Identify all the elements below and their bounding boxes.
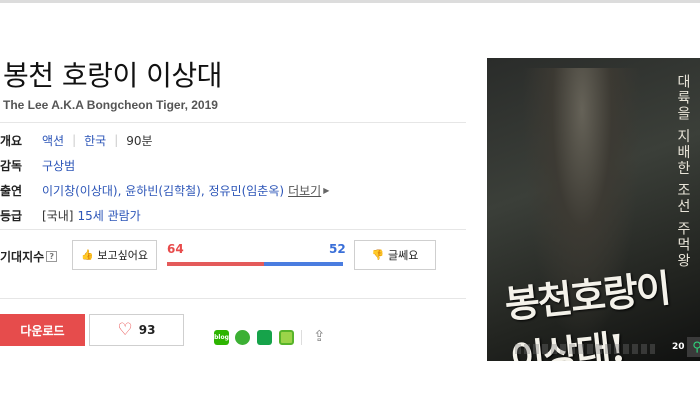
share-out-icon[interactable]: ⇪	[313, 327, 326, 345]
top-border	[0, 0, 700, 3]
band-share-icon[interactable]	[279, 330, 294, 345]
nowant-count: 52	[329, 242, 346, 256]
want-ratio-fill	[167, 262, 265, 266]
help-icon[interactable]: ?	[46, 251, 58, 262]
want-count: 64	[167, 242, 184, 256]
naver-blog-share-icon[interactable]: blog	[214, 330, 229, 345]
movie-title: 봉천 호랑이 이상대	[3, 59, 222, 92]
like-count: 93	[138, 323, 156, 337]
rating-link[interactable]: 15세 관람가	[77, 207, 140, 224]
separator: |	[72, 133, 77, 147]
cast-label: 출연	[0, 183, 23, 198]
info-overview: 개요 액션 | 한국 | 90분	[0, 130, 153, 150]
want-label: 보고싶어요	[97, 249, 149, 262]
heart-icon: ♡	[117, 320, 133, 340]
director-link[interactable]: 구상범	[42, 157, 75, 174]
expect-ratio-bar	[167, 262, 343, 266]
thumbs-up-icon: 👍	[80, 249, 94, 261]
overview-label: 개요	[0, 133, 23, 148]
poster-age-badge: 20	[672, 342, 685, 352]
separator: |	[114, 133, 119, 147]
nowant-label: 글쎄요	[388, 249, 419, 262]
cast-links[interactable]: 이기창(이상대), 윤하빈(김학철), 정유민(임춘옥)	[42, 182, 284, 199]
country-link[interactable]: 한국	[84, 132, 106, 149]
divider	[0, 122, 466, 123]
search-icon[interactable]: ⚲	[687, 337, 700, 357]
divider	[0, 298, 466, 299]
caret-right-icon: ▶	[323, 185, 330, 195]
info-rating: 등급 [국내] 15세 관람가	[0, 205, 141, 225]
line-share-icon[interactable]	[235, 330, 250, 345]
poster-tagline: 대륙을 지배한 조선 주먹왕	[675, 74, 691, 270]
rating-label: 등급	[0, 208, 23, 223]
director-label: 감독	[0, 158, 23, 173]
rating-prefix: [국내]	[42, 208, 74, 223]
movie-poster[interactable]: 대륙을 지배한 조선 주먹왕 봉천호랑이 이상대! 20 ⚲	[487, 58, 700, 361]
bookmark-share-icon[interactable]	[257, 330, 272, 345]
info-director: 감독 구상범	[0, 155, 75, 175]
genre-link[interactable]: 액션	[42, 132, 64, 149]
download-button[interactable]: 다운로드	[0, 314, 85, 346]
runtime: 90분	[126, 133, 153, 148]
like-button[interactable]: ♡ 93	[89, 314, 184, 346]
movie-subtitle: The Lee A.K.A Bongcheon Tiger, 2019	[3, 98, 218, 112]
divider	[0, 229, 466, 230]
poster-credits	[515, 344, 655, 354]
expect-index-label: 기대지수 ?	[0, 248, 58, 265]
more-link[interactable]: 더보기	[288, 182, 321, 199]
share-separator	[301, 330, 302, 345]
not-sure-button[interactable]: 👎 글쎄요	[354, 240, 436, 270]
want-to-see-button[interactable]: 👍 보고싶어요	[72, 240, 157, 270]
thumbs-down-icon: 👎	[371, 249, 385, 261]
expect-label-text: 기대지수	[0, 250, 45, 264]
info-cast: 출연 이기창(이상대), 윤하빈(김학철), 정유민(임춘옥) 더보기 ▶	[0, 180, 329, 200]
